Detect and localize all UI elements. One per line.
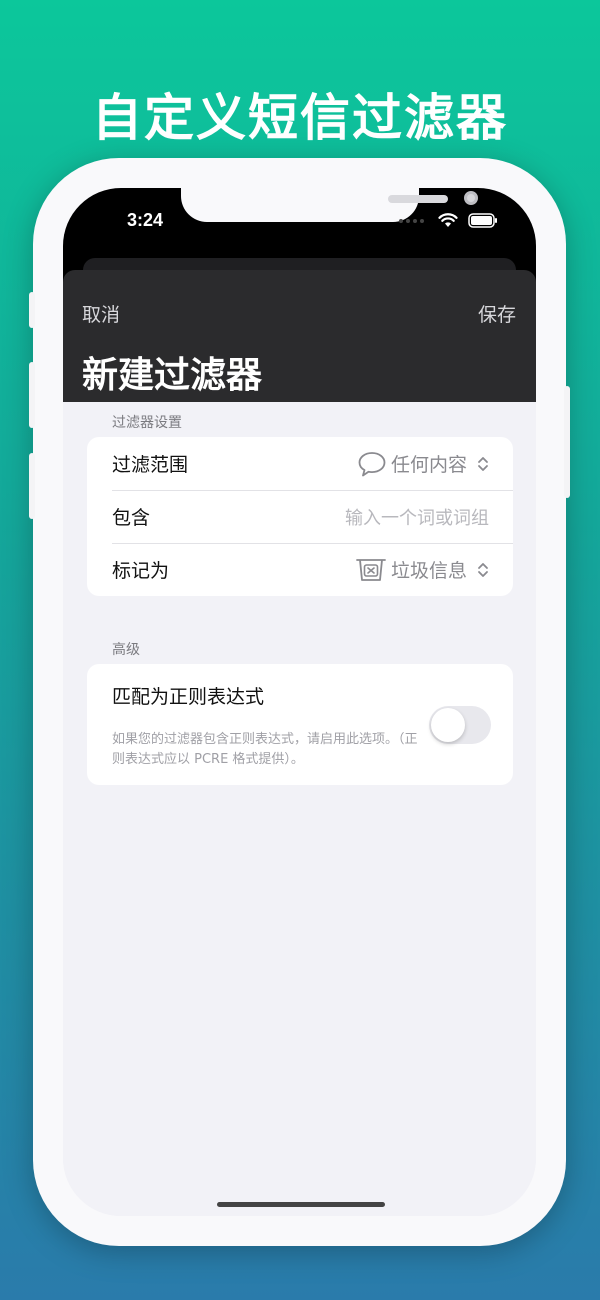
phone-frame: 3:24 取消 保存 新建过滤器 过滤器设置 过滤范围 任何内容 包含 输入一个… (29, 158, 570, 1246)
mute-switch (29, 292, 35, 328)
page-title: 新建过滤器 (82, 355, 263, 396)
filter-scope-label: 过滤范围 (112, 454, 189, 476)
phone-screen: 3:24 取消 保存 新建过滤器 过滤器设置 过滤范围 任何内容 包含 输入一个… (63, 188, 536, 1216)
promo-headline: 自定义短信过滤器 (92, 89, 508, 147)
filter-settings-group: 过滤范围 任何内容 包含 输入一个词或词组 标记为 垃圾信息 (87, 437, 513, 596)
section-label-filter-settings: 过滤器设置 (112, 415, 182, 431)
mark-as-picker[interactable]: 垃圾信息 (355, 556, 489, 583)
cancel-button[interactable]: 取消 (82, 300, 120, 327)
battery-icon (468, 213, 497, 228)
regex-description: 如果您的过滤器包含正则表达式，请启用此选项。（正则表达式应以 PCRE 格式提供… (112, 732, 418, 767)
sheet-header: 取消 保存 新建过滤器 (63, 270, 536, 402)
contains-label: 包含 (112, 507, 151, 529)
junk-tray-icon (356, 558, 386, 581)
section-label-advanced: 高级 (112, 642, 140, 658)
form-content: 过滤器设置 过滤范围 任何内容 包含 输入一个词或词组 标记为 垃圾信息 高级 … (63, 402, 536, 1216)
advanced-group: 匹配为正则表达式 如果您的过滤器包含正则表达式，请启用此选项。（正则表达式应以 … (87, 664, 513, 785)
volume-down-button (29, 453, 35, 519)
filter-scope-row[interactable]: 过滤范围 任何内容 (87, 437, 513, 490)
wifi-icon (438, 213, 458, 227)
contains-input[interactable]: 输入一个词或词组 (345, 504, 489, 530)
save-button[interactable]: 保存 (478, 300, 516, 327)
speaker-grille (388, 195, 448, 203)
notch (181, 188, 478, 222)
signal-dots-icon (399, 218, 424, 223)
chevron-up-down-icon (478, 456, 488, 471)
volume-up-button (29, 362, 35, 428)
regex-label: 匹配为正则表达式 (112, 686, 265, 708)
front-camera (464, 191, 478, 205)
mark-as-label: 标记为 (112, 560, 170, 582)
mark-as-value: 垃圾信息 (390, 560, 467, 582)
status-icons (399, 213, 498, 228)
status-time: 3:24 (127, 210, 164, 230)
regex-toggle[interactable] (429, 706, 491, 744)
contains-row[interactable]: 包含 输入一个词或词组 (87, 490, 513, 543)
mark-as-row[interactable]: 标记为 垃圾信息 (87, 543, 513, 596)
toggle-knob (431, 708, 465, 742)
filter-scope-value: 任何内容 (390, 454, 467, 476)
filter-scope-picker[interactable]: 任何内容 (357, 450, 489, 478)
chevron-up-down-icon (478, 562, 488, 577)
power-button (564, 386, 570, 498)
message-bubble-icon (358, 451, 386, 476)
home-indicator[interactable] (217, 1202, 385, 1207)
